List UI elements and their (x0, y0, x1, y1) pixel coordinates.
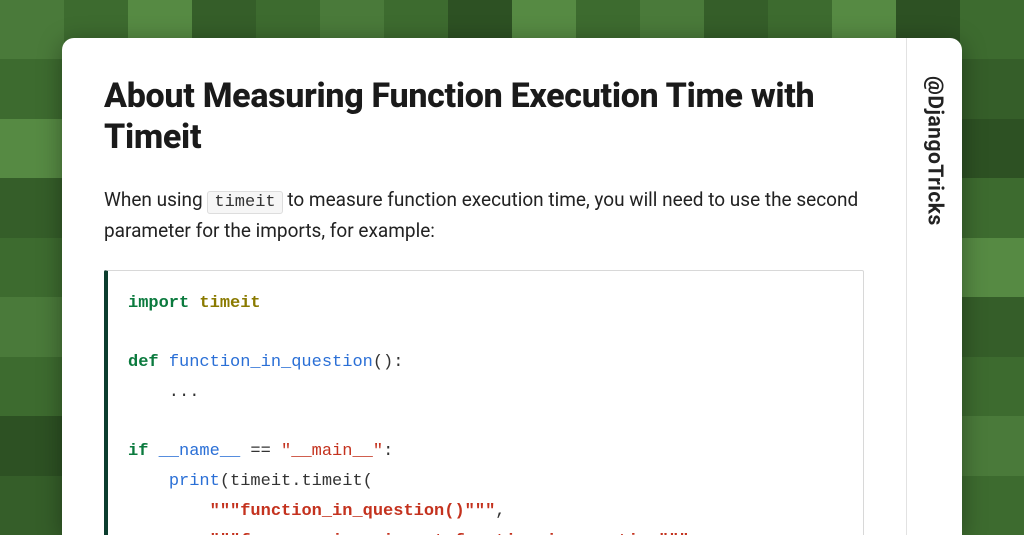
code-ellipsis: ... (128, 383, 199, 402)
code-indent-1 (128, 472, 169, 491)
code-kw-def: def (128, 353, 159, 372)
code-str-main: "__main__" (281, 442, 383, 461)
brand-handle: @DjangoTricks (923, 76, 947, 226)
article-title: About Measuring Function Execution Time … (104, 76, 864, 159)
code-open-call: (timeit.timeit( (220, 472, 373, 491)
code-dunder-name: __name__ (159, 442, 241, 461)
code-module-timeit: timeit (199, 294, 260, 313)
code-block: import timeit def function_in_question()… (104, 270, 864, 535)
code-comma-1: , (495, 502, 505, 521)
code-indent-2 (128, 502, 210, 521)
intro-text-pre: When using (104, 188, 207, 211)
code-kw-import: import (128, 294, 189, 313)
code-call-print: print (169, 472, 220, 491)
article-content: About Measuring Function Execution Time … (62, 38, 906, 535)
code-colon: : (383, 442, 393, 461)
code-fn-name: function_in_question (169, 353, 373, 372)
code-eq: == (240, 442, 281, 461)
code-str-arg1: """function_in_question()""" (210, 502, 496, 521)
inline-code-timeit: timeit (207, 191, 282, 214)
sidebar: @DjangoTricks (906, 38, 962, 535)
article-card: About Measuring Function Execution Time … (62, 38, 962, 535)
code-fn-parens: (): (373, 353, 404, 372)
code-kw-if: if (128, 442, 148, 461)
article-intro: When using timeit to measure function ex… (104, 185, 864, 246)
